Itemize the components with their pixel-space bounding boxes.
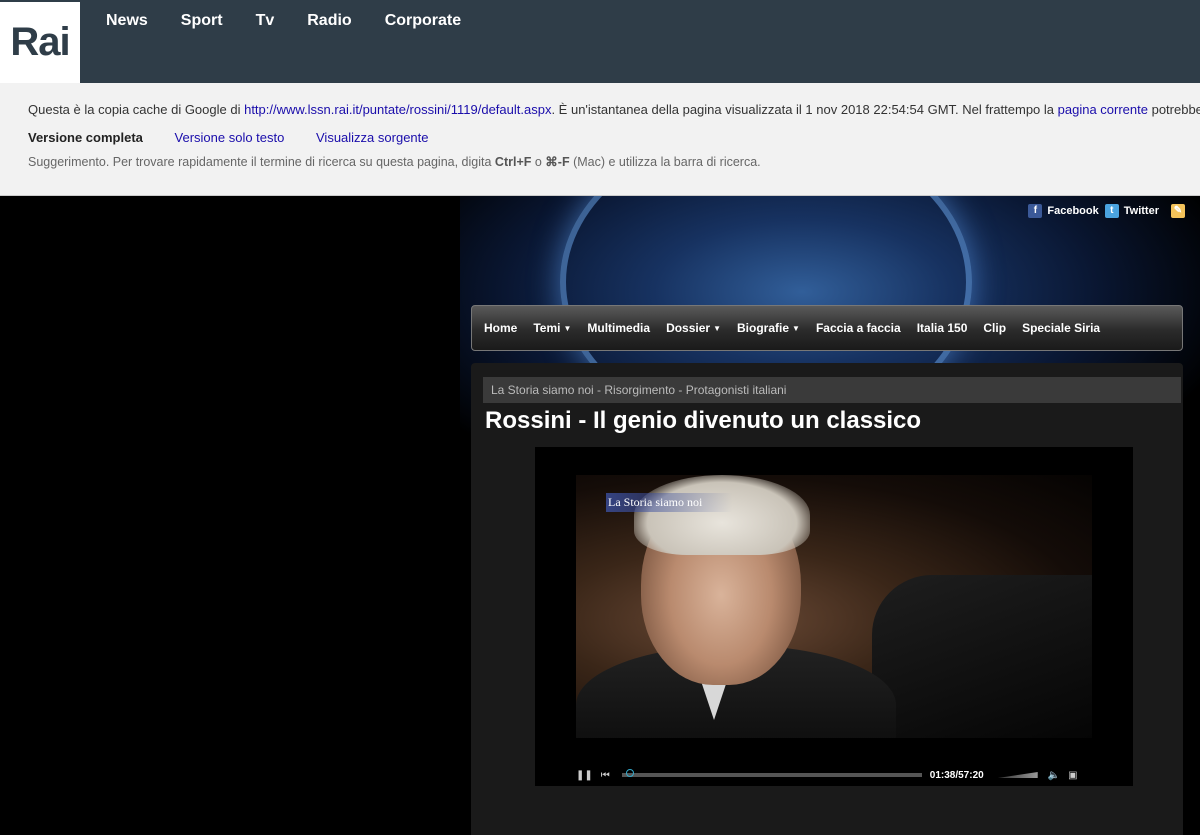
fullscreen-icon[interactable]: ▣ (1068, 770, 1077, 781)
site-nav-temi[interactable]: Temi ▼ (533, 321, 571, 335)
tip-cmd-key: ⌘-F (545, 155, 570, 169)
rai-nav-corporate[interactable]: Corporate (385, 12, 461, 30)
site-nav-label: Biografie (737, 321, 790, 335)
site-nav-label: Multimedia (587, 321, 651, 335)
text-version-link[interactable]: Versione solo testo (175, 130, 285, 145)
social-links: f Facebook t Twitter ✎ (1028, 204, 1190, 218)
cached-url-link[interactable]: http://www.lssn.rai.it/puntate/rossini/1… (244, 102, 551, 117)
skip-back-icon[interactable]: ⏮ (601, 770, 610, 781)
page-title: Rossini - Il genio divenuto un classico (485, 407, 922, 434)
video-hair-shape (634, 475, 810, 555)
video-controls: ❚❚ ⏮ 01:38/57:20 🔈 ▣ (576, 765, 1092, 785)
site-nav-speciale-siria[interactable]: Speciale Siria (1022, 321, 1100, 335)
chevron-down-icon: ▼ (713, 324, 722, 333)
rai-nav-radio[interactable]: Radio (307, 12, 351, 30)
rai-nav-tv[interactable]: Tv (256, 12, 275, 30)
rai-logo-text: Rai (10, 20, 70, 64)
site-nav-label: Home (484, 321, 518, 335)
tip-ctrl-key: Ctrl+F (494, 155, 532, 169)
site-nav-label: Dossier (666, 321, 711, 335)
cache-version-links: Versione completa Versione solo testo Vi… (28, 130, 457, 145)
cache-suffix: potrebbe (1147, 102, 1200, 117)
pause-icon[interactable]: ❚❚ (576, 770, 593, 781)
edit-pencil-icon[interactable]: ✎ (1171, 204, 1185, 218)
video-piano-shape (872, 575, 1092, 738)
rai-nav-news[interactable]: News (106, 12, 148, 30)
page-background: f Facebook t Twitter ✎ Home Temi ▼ Multim… (0, 196, 1200, 835)
rai-logo[interactable]: Rai (0, 2, 80, 83)
tip-or: o (531, 155, 546, 169)
rai-nav: News Sport Tv Radio Corporate (106, 12, 494, 30)
site-nav-italia-150[interactable]: Italia 150 (917, 321, 968, 335)
site-nav-label: Faccia a faccia (815, 321, 901, 335)
chevron-down-icon: ▼ (792, 324, 800, 333)
site-nav-home[interactable]: Home (484, 321, 517, 335)
video-frame[interactable]: La Storia siamo noi (576, 475, 1092, 738)
site-nav-label: Clip (983, 321, 1007, 335)
chevron-down-icon: ▼ (563, 324, 572, 333)
site-nav-dossier[interactable]: Dossier ▼ (666, 321, 721, 335)
video-watermark: La Storia siamo noi (606, 493, 733, 512)
facebook-icon[interactable]: f (1028, 204, 1043, 218)
current-page-link[interactable]: pagina corrente (1058, 102, 1148, 117)
cache-middle: . È un'istantanea della pagina visualizz… (551, 102, 1058, 117)
site-nav-label: Italia 150 (916, 321, 968, 335)
site-nav-label: Speciale Siria (1022, 321, 1101, 335)
cache-tip: Suggerimento. Per trovare rapidamente il… (28, 154, 761, 169)
cache-prefix: Questa è la copia cache di Google di (28, 102, 245, 117)
twitter-icon[interactable]: t (1104, 204, 1119, 218)
video-time: 01:38/57:20 (929, 769, 984, 781)
tip-post: (Mac) e utilizza la barra di ricerca. (569, 155, 761, 169)
volume-icon[interactable]: 🔈 (1048, 770, 1060, 781)
site-nav-multimedia[interactable]: Multimedia (587, 321, 650, 335)
google-cache-banner: Questa è la copia cache di Google di htt… (0, 83, 1200, 196)
view-source-link[interactable]: Visualizza sorgente (316, 130, 429, 145)
tip-pre: Suggerimento. Per trovare rapidamente il… (28, 155, 495, 169)
site-nav-biografie[interactable]: Biografie ▼ (737, 321, 800, 335)
video-player[interactable]: La Storia siamo noi ❚❚ ⏮ 01:38/57:20 🔈 ▣ (535, 447, 1133, 786)
seek-knob[interactable] (625, 769, 634, 777)
facebook-link[interactable]: Facebook (1047, 205, 1098, 217)
site-nav-clip[interactable]: Clip (983, 321, 1006, 335)
rai-nav-sport[interactable]: Sport (181, 12, 223, 30)
site-nav-faccia-a-faccia[interactable]: Faccia a faccia (816, 321, 901, 335)
rai-header: Rai News Sport Tv Radio Corporate (0, 0, 1200, 83)
cache-notice: Questa è la copia cache di Google di htt… (28, 102, 1200, 117)
site-nav: Home Temi ▼ Multimedia Dossier ▼ Biografie… (471, 305, 1183, 351)
content-panel: La Storia siamo noi - Risorgimento - Pro… (471, 363, 1183, 835)
twitter-link[interactable]: Twitter (1124, 205, 1159, 217)
volume-slider[interactable] (997, 772, 1038, 778)
breadcrumb: La Storia siamo noi - Risorgimento - Pro… (483, 377, 1181, 403)
full-version-label: Versione completa (28, 130, 143, 145)
site-nav-label: Temi (533, 321, 561, 335)
seek-bar[interactable] (621, 769, 922, 777)
